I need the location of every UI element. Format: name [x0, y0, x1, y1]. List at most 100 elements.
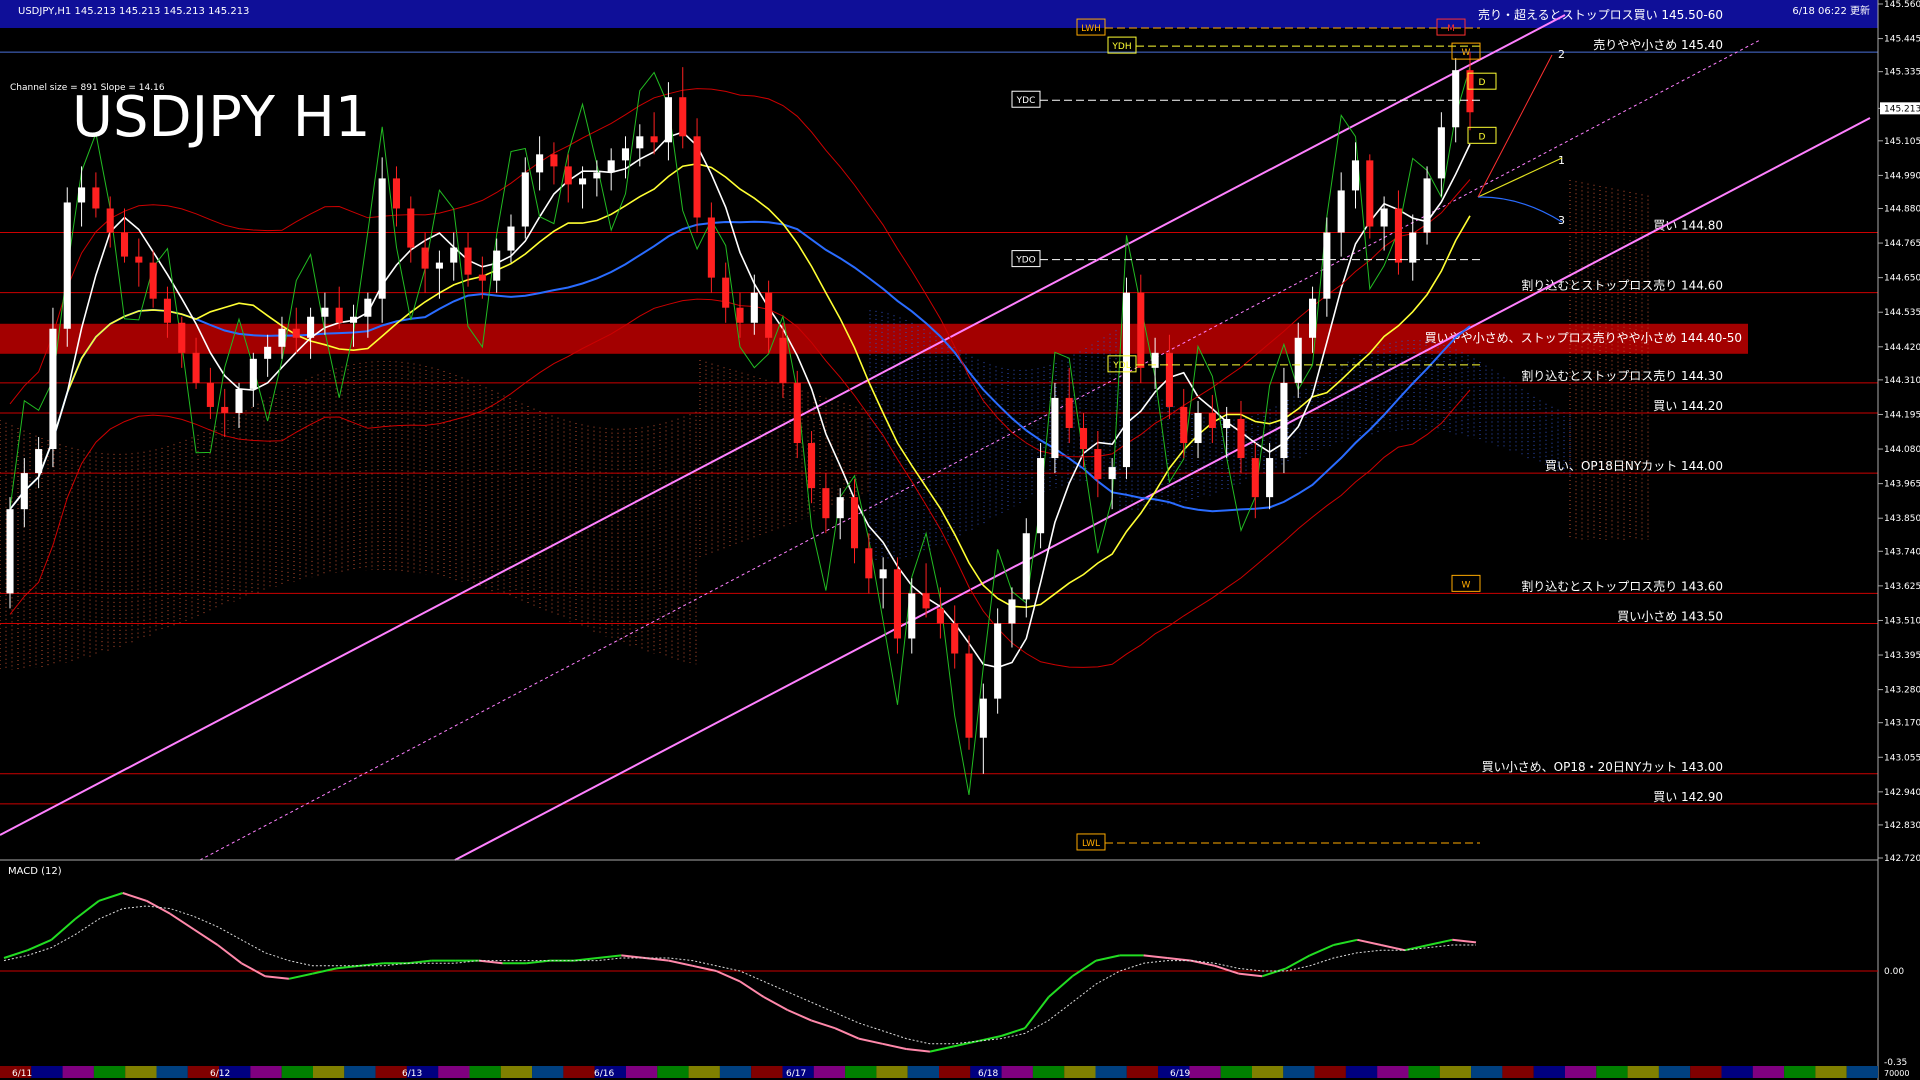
price-tick-label: 143.740	[1884, 547, 1920, 557]
candle-body	[349, 316, 358, 323]
price-tick-label: 143.170	[1884, 719, 1920, 729]
candle-body	[936, 608, 944, 624]
macd-bottom-label: 70000	[1884, 1069, 1909, 1078]
price-tick-label: 143.280	[1884, 686, 1920, 696]
candle-body	[979, 698, 987, 738]
date-label: 6/11	[12, 1069, 32, 1079]
candle-body	[364, 298, 372, 317]
candle-body	[836, 497, 844, 519]
candle-body	[750, 292, 758, 323]
candle-body	[951, 623, 959, 654]
date-bar-segment	[1345, 1066, 1378, 1078]
candle-body	[1079, 427, 1088, 450]
price-tick-label: 145.105	[1884, 137, 1920, 147]
candle-body	[650, 136, 658, 143]
candle-body	[1437, 127, 1445, 179]
level-label: 買い小さめ 143.50	[1617, 609, 1723, 623]
candle-body	[464, 247, 472, 275]
candle-body	[908, 593, 916, 639]
date-bar-segment	[1001, 1066, 1033, 1078]
date-bar-segment	[313, 1066, 345, 1078]
date-bar-segment	[1752, 1066, 1785, 1078]
reference-label: D	[1479, 132, 1486, 142]
candle-body	[478, 274, 486, 281]
candle-body	[321, 307, 329, 317]
candle-body	[1237, 418, 1245, 459]
date-bar-segment	[1283, 1066, 1315, 1078]
candle-body	[1337, 190, 1345, 233]
candle-body	[1366, 160, 1374, 227]
candle-body	[664, 97, 672, 143]
candle-body	[1151, 352, 1159, 368]
price-tick-label: 143.510	[1884, 616, 1920, 626]
candle-body	[35, 449, 43, 474]
candle-body	[1380, 208, 1388, 227]
reference-label: YDL	[1112, 361, 1130, 371]
date-bar-segment	[1252, 1066, 1284, 1078]
symbol-info: USDJPY,H1 145.213 145.213 145.213 145.21…	[18, 6, 249, 17]
price-tick-label: 143.055	[1884, 753, 1920, 763]
candle-body	[793, 382, 801, 444]
candle-body	[507, 226, 515, 251]
date-bar-segment	[532, 1066, 564, 1078]
price-tick-label: 144.420	[1884, 343, 1920, 353]
candle-body	[1251, 458, 1259, 498]
date-bar-segment	[939, 1066, 971, 1078]
price-tick-label: 144.880	[1884, 204, 1920, 214]
date-bar-segment	[93, 1066, 126, 1078]
price-tick-label: 144.765	[1884, 239, 1920, 249]
candle-body	[1065, 397, 1073, 428]
date-bar-segment	[1471, 1066, 1503, 1078]
candle-body	[621, 148, 630, 161]
candle-body	[994, 623, 1002, 699]
level-label: 買い 144.20	[1653, 399, 1723, 413]
date-bar-segment	[469, 1066, 501, 1078]
candle-body	[149, 262, 157, 299]
candle-body	[1266, 458, 1274, 498]
candle-body	[92, 187, 100, 209]
date-bar-segment	[907, 1066, 939, 1078]
candle-body	[292, 328, 300, 338]
candle-body	[865, 548, 873, 579]
date-bar-segment	[281, 1066, 313, 1078]
candle-body	[1194, 412, 1202, 444]
date-bar-segment	[1627, 1066, 1659, 1078]
candle-body	[1394, 208, 1402, 263]
date-bar-segment	[344, 1066, 376, 1078]
date-bar-segment	[845, 1066, 877, 1078]
candle-body	[63, 202, 71, 329]
chart-canvas: 売り・超えるとストップロス買い 145.50-60 売りやや小さめ 145.40 買…	[0, 0, 1920, 1080]
date-bar-segment	[1439, 1066, 1472, 1078]
level-label: 売り・超えるとストップロス買い 145.50-60	[1478, 7, 1723, 22]
candle-body	[135, 256, 143, 263]
date-bar-segment	[1815, 1066, 1847, 1078]
date-bar-segment	[31, 1066, 63, 1078]
candle-body	[1351, 160, 1360, 191]
candle-body	[1165, 352, 1173, 407]
candle-body	[693, 136, 701, 218]
candle-body	[335, 307, 343, 323]
candle-body	[922, 593, 930, 609]
candle-body	[679, 97, 687, 137]
date-bar-segment	[1565, 1066, 1597, 1078]
reference-label: M	[1447, 24, 1455, 34]
candle-body	[206, 382, 214, 407]
candle-body	[879, 569, 887, 579]
price-tick-label: 145.335	[1884, 68, 1920, 78]
reference-label: YDC	[1016, 96, 1036, 106]
candle-body	[1323, 232, 1331, 299]
candle-body	[965, 653, 973, 738]
price-tick-label: 145.445	[1884, 35, 1920, 45]
date-bar-segment	[1846, 1066, 1878, 1078]
date-bar-segment	[500, 1066, 533, 1078]
projection-label-2: 2	[1558, 48, 1565, 61]
reference-label: LWH	[1081, 24, 1101, 34]
candle-body	[1223, 418, 1231, 428]
candle-body	[808, 443, 816, 489]
level-label: 買い、OP18日NYカット 144.00	[1545, 459, 1723, 473]
price-tick-label: 145.213	[1884, 104, 1920, 114]
candle-body	[1008, 599, 1016, 624]
date-bar-segment	[719, 1066, 752, 1078]
candle-body	[20, 473, 28, 510]
candle-body	[779, 337, 787, 383]
